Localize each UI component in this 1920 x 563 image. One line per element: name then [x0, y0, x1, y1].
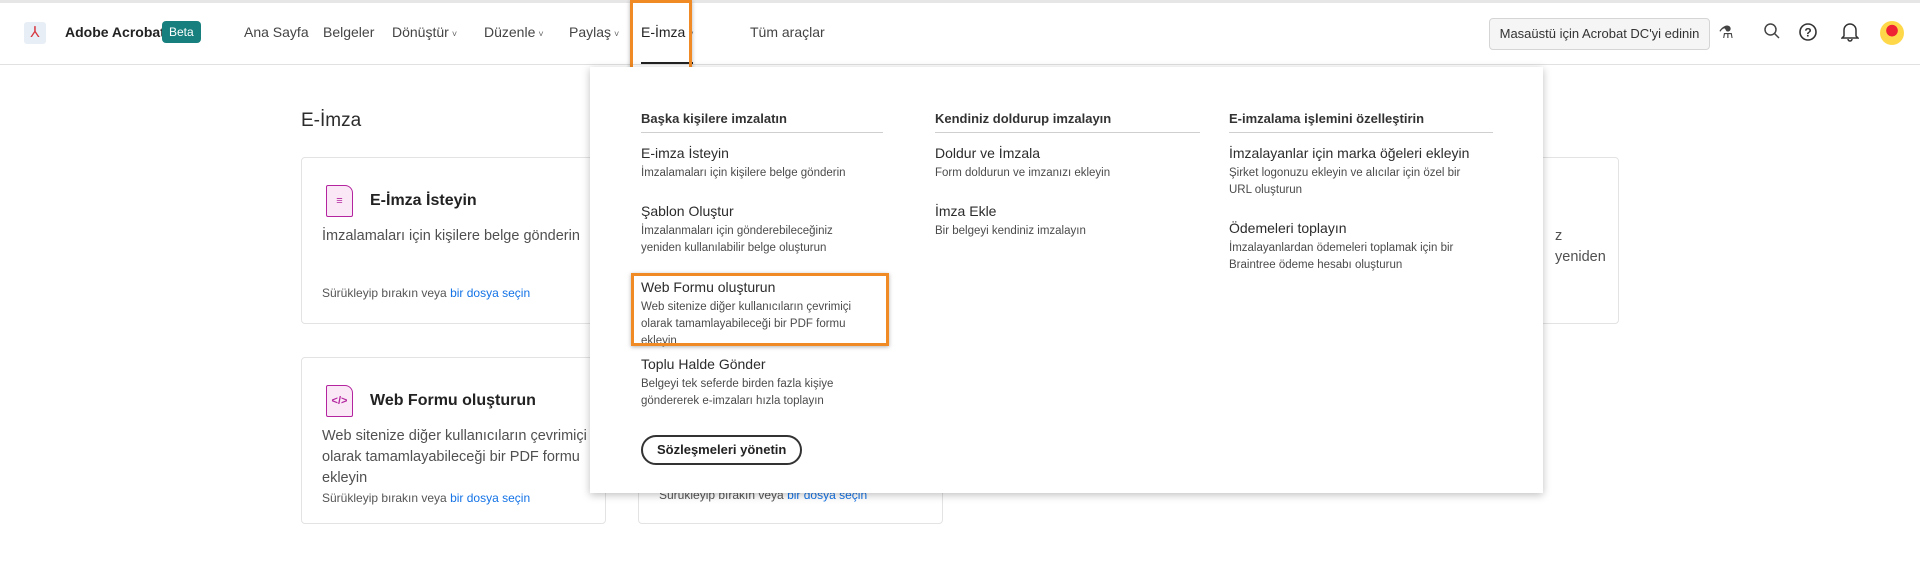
card-title: E-İmza İsteyin [370, 192, 477, 209]
menu-item-desc: İmzalayanlardan ödemeleri toplamak için … [1229, 242, 1454, 271]
card-title: Web Formu oluşturun [370, 392, 536, 409]
menu-item-add-signature[interactable]: İmza Ekle Bir belgeyi kendiniz imzalayın [935, 203, 1185, 240]
card-desc: İmzalamaları için kişilere belge gönderi… [322, 228, 580, 244]
menu-item-title: İmza Ekle [935, 203, 997, 219]
nav-share[interactable]: Paylaş ˅ [569, 24, 619, 40]
app-name: Adobe Acrobat [65, 24, 165, 40]
card-desc: z yeniden [1555, 228, 1606, 265]
nav-label: Ana Sayfa [244, 24, 309, 40]
avatar[interactable] [1880, 21, 1904, 45]
choose-file-link[interactable]: bir dosya seçin [450, 286, 530, 300]
menu-item-title: Şablon Oluştur [641, 203, 734, 219]
card-desc: Web sitenize diğer kullanıcıların çevrim… [322, 428, 587, 486]
menu-item-branding[interactable]: İmzalayanlar için marka öğeleri ekleyin Ş… [1229, 145, 1479, 199]
column-heading: Başka kişilere imzalatın [641, 111, 883, 133]
menu-item-title: Doldur ve İmzala [935, 145, 1041, 161]
menu-item-title: E-imza İsteyin [641, 145, 729, 161]
column-heading: Kendiniz doldurup imzalayın [935, 111, 1200, 133]
flask-icon[interactable]: ⚗ [1715, 22, 1737, 44]
help-icon[interactable]: ? [1797, 22, 1819, 44]
chevron-down-icon: ˅ [614, 29, 620, 39]
drop-text: Sürükleyip bırakın veya [322, 286, 447, 300]
choose-file-link[interactable]: bir dosya seçin [450, 491, 530, 505]
card-e-sign-request[interactable]: ≡ E-İmza İsteyin İmzalamaları için kişil… [301, 157, 606, 324]
menu-item-desc: İmzalamaları için kişilere belge gönderi… [641, 167, 846, 179]
beta-badge: Beta [162, 21, 201, 43]
menu-item-title: Toplu Halde Gönder [641, 356, 766, 372]
svg-text:?: ? [1804, 26, 1811, 40]
menu-item-desc: İmzalanmaları için gönderebileceğiniz ye… [641, 225, 833, 254]
nav-edit[interactable]: Düzenle ˅ [484, 24, 544, 40]
page-title: E-İmza [301, 110, 362, 131]
menu-item-title: Ödemeleri toplayın [1229, 220, 1347, 236]
nav-home[interactable]: Ana Sayfa [244, 24, 309, 40]
menu-item-collect-payments[interactable]: Ödemeleri toplayın İmzalayanlardan ödemel… [1229, 220, 1454, 274]
highlight-box-web-form [631, 273, 889, 346]
nav-label: Düzenle [484, 24, 536, 40]
nav-convert[interactable]: Dönüştür ˅ [392, 24, 457, 40]
search-icon[interactable] [1761, 22, 1783, 44]
nav-all-tools[interactable]: Tüm araçlar [750, 24, 825, 40]
nav-label: Paylaş [569, 24, 612, 40]
menu-item-desc: Bir belgeyi kendiniz imzalayın [935, 225, 1086, 237]
nav-label: Dönüştür [392, 24, 449, 40]
column-heading: E-imzalama işlemini özelleştirin [1229, 111, 1493, 133]
get-desktop-button[interactable]: Masaüstü için Acrobat DC'yi edinin [1489, 18, 1710, 50]
menu-item-desc: Form doldurun ve imzanızı ekleyin [935, 167, 1111, 179]
nav-documents[interactable]: Belgeler [323, 24, 374, 40]
chevron-down-icon: ˅ [538, 29, 544, 39]
menu-item-title: İmzalayanlar için marka öğeleri ekleyin [1229, 145, 1470, 161]
menu-item-request-esign[interactable]: E-imza İsteyin İmzalamaları için kişilere… [641, 145, 891, 182]
nav-label: Tüm araçlar [750, 24, 825, 40]
card-web-form[interactable]: </> Web Formu oluşturun Web sitenize diğ… [301, 357, 606, 524]
chevron-down-icon: ˅ [451, 29, 458, 39]
bell-icon[interactable] [1839, 22, 1861, 44]
acrobat-logo-icon[interactable]: ⅄ [24, 22, 46, 44]
menu-item-bulk-send[interactable]: Toplu Halde Gönder Belgeyi tek seferde bi… [641, 356, 871, 410]
nav-label: Belgeler [323, 24, 375, 40]
card-drop-hint: Sürükleyip bırakın veya bir dosya seçin [322, 491, 530, 505]
e-sign-dropdown-menu: Başka kişilere imzalatın E-imza İsteyin İ… [590, 67, 1543, 493]
highlight-box-nav [630, 0, 692, 71]
sign-document-icon: ≡ [326, 185, 353, 217]
manage-agreements-button[interactable]: Sözleşmeleri yönetin [641, 435, 803, 465]
menu-item-desc: Şirket logonuzu ekleyin ve alıcılar için… [1229, 167, 1461, 196]
code-document-icon: </> [326, 385, 353, 417]
menu-item-fill-sign[interactable]: Doldur ve İmzala Form doldurun ve imzanız… [935, 145, 1185, 182]
drop-text: Sürükleyip bırakın veya [322, 491, 447, 505]
menu-item-desc: Belgeyi tek seferde birden fazla kişiye … [641, 378, 834, 407]
menu-item-create-template[interactable]: Şablon Oluştur İmzalanmaları için göndere… [641, 203, 861, 257]
card-drop-hint: Sürükleyip bırakın veya bir dosya seçin [322, 286, 530, 300]
